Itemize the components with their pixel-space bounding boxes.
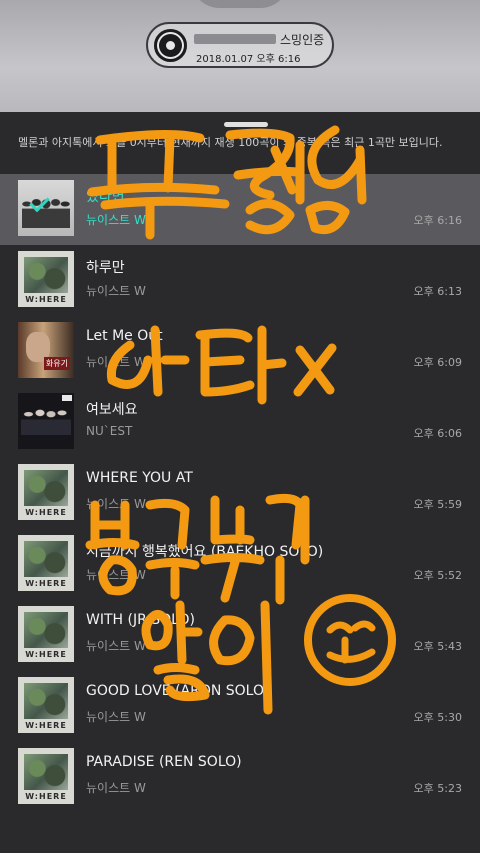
album-art-image [24, 612, 68, 648]
track-row[interactable]: 있다면뉴이스트 W 오후 6:16 [0, 174, 480, 245]
badge-title-text: 스밍인증 [280, 33, 325, 47]
album-art: 화유기 [18, 322, 74, 378]
track-artist: 뉴이스트 W [86, 213, 146, 227]
track-title: 지금까지 행복했어요 (BAEKHO SOLO) [86, 544, 324, 560]
album-art: W:HERE [18, 748, 74, 804]
play-time: 오후 6:16 [413, 214, 462, 227]
play-time: 오후 5:43 [413, 640, 462, 653]
track-title: PARADISE (REN SOLO) [86, 754, 242, 770]
track-row[interactable]: W:HERE WITH (JR SOLO) 뉴이스트 W 오후 5:43 [0, 600, 480, 671]
disc-icon [154, 29, 187, 62]
track-artist: NU`EST [86, 424, 133, 438]
track-artist: 뉴이스트 W [86, 781, 146, 795]
play-time: 오후 5:52 [413, 569, 462, 582]
blurred-username [194, 34, 276, 44]
album-art-label: W:HERE [25, 792, 67, 801]
track-row[interactable]: W:HERE WHERE YOU AT 뉴이스트 W 오후 5:59 [0, 458, 480, 529]
album-art: W:HERE [18, 535, 74, 591]
track-title: 여보세요 [86, 402, 138, 418]
track-artist: 뉴이스트 W [86, 710, 146, 724]
track-artist: 뉴이스트 W [86, 568, 146, 582]
play-time: 오후 5:59 [413, 498, 462, 511]
top-area: 스밍인증 2018.01.07 오후 6:16 [0, 0, 480, 112]
album-art-image [24, 470, 68, 506]
track-row[interactable]: W:HERE GOOD LOVE (ARON SOLO) 뉴이스트 W 오후 5:30 [0, 671, 480, 742]
track-artist: 뉴이스트 W [86, 639, 146, 653]
track-row[interactable]: W:HERE 지금까지 행복했어요 (BAEKHO SOLO) 뉴이스트 W 오후 5… [0, 529, 480, 600]
album-art-label: W:HERE [25, 508, 67, 517]
album-art: W:HERE [18, 464, 74, 520]
album-art-label: W:HERE [25, 650, 67, 659]
track-artist: 뉴이스트 W [86, 284, 146, 298]
track-artist: 뉴이스트 W [86, 355, 146, 369]
recent-plays-sheet: 멜론과 아지톡에서 오늘 0시부터 현재까지 재생 100곡이 되 중복 곡은 … [0, 112, 480, 853]
track-title: 하루만 [86, 260, 125, 276]
track-row[interactable]: 화유기 Let Me Out 뉴이스트 W 오후 6:09 [0, 316, 480, 387]
play-time: 오후 6:09 [413, 356, 462, 369]
track-title: WHERE YOU AT [86, 470, 193, 486]
track-title: WITH (JR SOLO) [86, 612, 195, 628]
album-art-image [24, 754, 68, 790]
sheet-description: 멜론과 아지톡에서 오늘 0시부터 현재까지 재생 100곡이 되 중복 곡은 … [18, 136, 443, 149]
sheet-drag-handle[interactable] [224, 122, 268, 127]
checkmark-icon [30, 192, 52, 214]
streaming-proof-badge: 스밍인증 2018.01.07 오후 6:16 [146, 22, 334, 68]
album-art-image [24, 683, 68, 719]
track-row[interactable]: 여보세요 NU`EST 오후 6:06 [0, 387, 480, 458]
track-artist: 뉴이스트 W [86, 497, 146, 511]
play-time: 오후 5:30 [413, 711, 462, 724]
album-art-label: W:HERE [25, 579, 67, 588]
badge-title: 스밍인증 [194, 31, 326, 47]
album-art: W:HERE [18, 251, 74, 307]
track-row[interactable]: W:HERE PARADISE (REN SOLO) 뉴이스트 W 오후 5:23 [0, 742, 480, 813]
play-time: 오후 6:13 [413, 285, 462, 298]
track-title: Let Me Out [86, 328, 163, 344]
album-art-image [24, 257, 68, 293]
album-art-corner [62, 395, 72, 401]
play-time: 오후 5:23 [413, 782, 462, 795]
album-art: W:HERE [18, 606, 74, 662]
track-title: GOOD LOVE (ARON SOLO) [86, 683, 270, 699]
album-art-image [21, 409, 71, 435]
album-art-label: W:HERE [25, 295, 67, 304]
album-art: W:HERE [18, 677, 74, 733]
play-time: 오후 6:06 [413, 427, 462, 440]
profile-avatar [190, 0, 290, 8]
badge-datetime: 2018.01.07 오후 6:16 [196, 54, 301, 65]
album-art-label: W:HERE [25, 721, 67, 730]
album-art-label: 화유기 [43, 357, 70, 370]
album-art-image [24, 541, 68, 577]
album-art [18, 393, 74, 449]
track-title: 있다면 [86, 189, 125, 205]
track-row[interactable]: W:HERE 하루만뉴이스트 W 오후 6:13 [0, 245, 480, 316]
